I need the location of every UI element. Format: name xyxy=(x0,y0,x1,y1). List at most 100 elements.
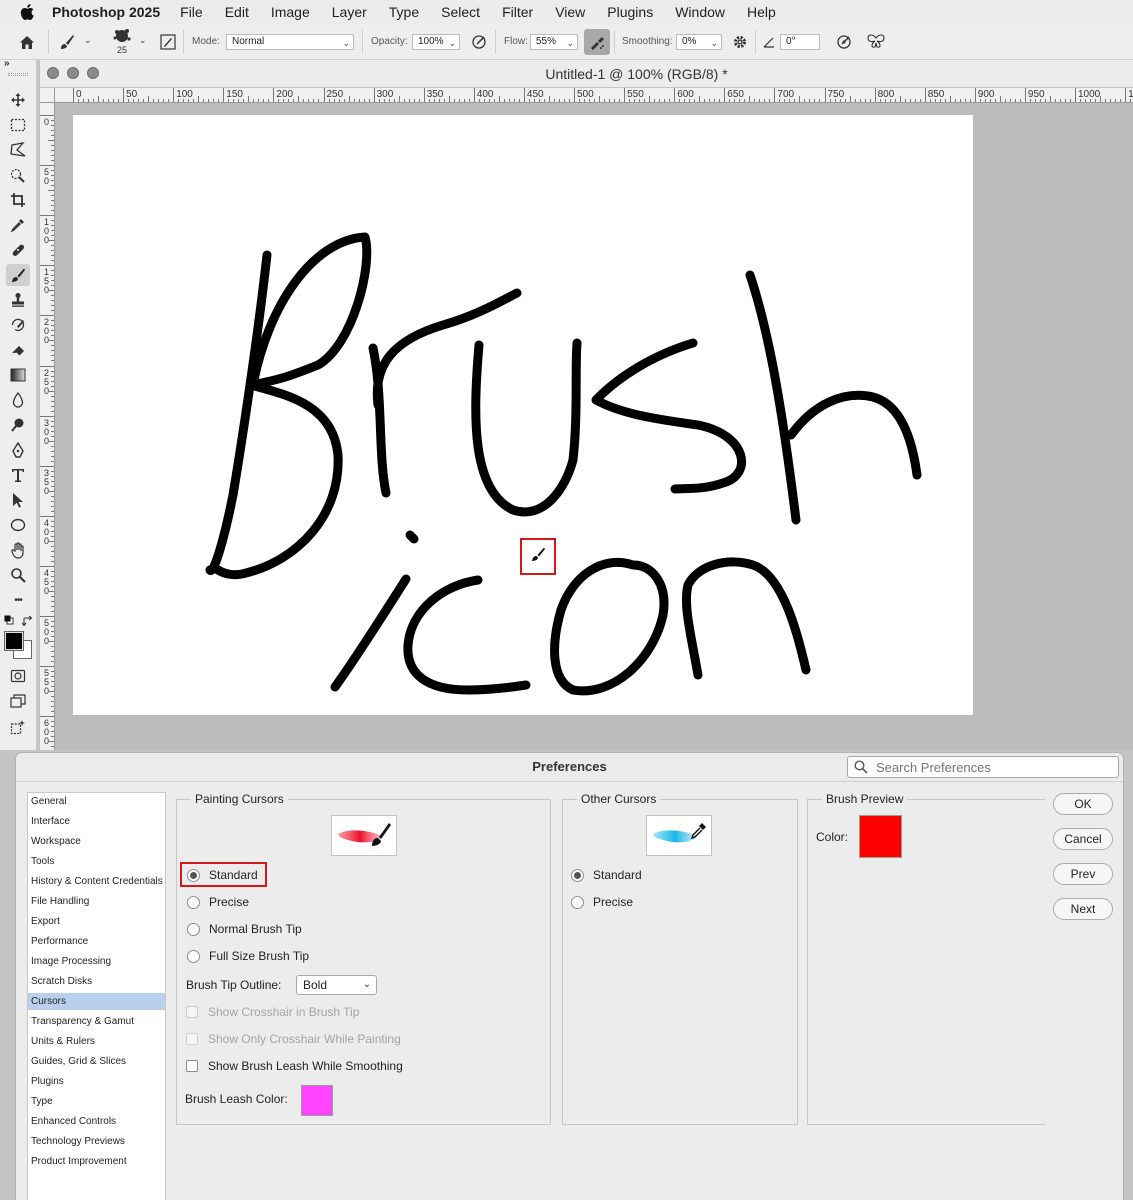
clone-stamp-tool-icon[interactable] xyxy=(6,289,30,311)
lasso-tool-icon[interactable] xyxy=(6,139,30,161)
default-colors-icon[interactable] xyxy=(4,615,14,625)
rectangular-marquee-tool-icon[interactable] xyxy=(6,114,30,136)
painting-full-size-brush-tip-radio[interactable] xyxy=(187,949,200,963)
menu-view[interactable]: View xyxy=(555,4,585,20)
symmetry-butterfly-icon[interactable] xyxy=(866,33,886,51)
brush-tool-icon[interactable] xyxy=(6,264,30,286)
nav-item-file-handling[interactable]: File Handling xyxy=(28,893,165,910)
vertical-ruler[interactable]: 05 01 0 01 5 02 0 02 5 03 0 03 5 04 0 04… xyxy=(40,103,55,750)
gradient-tool-icon[interactable] xyxy=(6,364,30,386)
search-preferences-field[interactable] xyxy=(847,756,1119,778)
pressure-opacity-icon[interactable] xyxy=(470,33,488,51)
mode-dropdown[interactable]: Normal ⌄ xyxy=(226,34,354,50)
nav-item-tools[interactable]: Tools xyxy=(28,853,165,870)
path-selection-tool-icon[interactable] xyxy=(6,489,30,511)
chevron-down-icon[interactable]: ⌄ xyxy=(139,35,147,46)
brush-tip-preview-icon[interactable] xyxy=(108,27,136,47)
apple-icon[interactable] xyxy=(20,4,36,21)
home-icon[interactable] xyxy=(17,33,37,51)
foreground-color-swatch[interactable] xyxy=(4,631,24,651)
airbrush-icon[interactable] xyxy=(584,29,610,55)
swap-colors-icon[interactable] xyxy=(21,615,33,627)
menu-select[interactable]: Select xyxy=(441,4,480,20)
painting-precise-radio[interactable] xyxy=(187,895,200,909)
menu-window[interactable]: Window xyxy=(675,4,725,20)
ellipse-tool-icon[interactable] xyxy=(6,514,30,536)
menu-help[interactable]: Help xyxy=(747,4,776,20)
show-brush-leash-checkbox-row[interactable]: Show Brush Leash While Smoothing xyxy=(186,1057,403,1075)
menu-plugins[interactable]: Plugins xyxy=(607,4,653,20)
brush-tip-outline-select[interactable]: Bold ⌄ xyxy=(296,975,377,995)
nav-item-general[interactable]: General xyxy=(28,793,165,810)
pressure-size-icon[interactable] xyxy=(835,33,853,51)
flow-field[interactable]: 55% ⌄ xyxy=(530,34,578,50)
painting-normal-brush-tip-radio-row[interactable]: Normal Brush Tip xyxy=(187,919,302,939)
blur-tool-icon[interactable] xyxy=(6,389,30,411)
eraser-tool-icon[interactable] xyxy=(6,339,30,361)
horizontal-ruler[interactable]: 0 50 100 150 200 250 300 350 400 450 500 550 600 650 7… xyxy=(55,88,1133,103)
nav-item-cursors[interactable]: Cursors xyxy=(28,993,165,1010)
zoom-tool-icon[interactable] xyxy=(6,564,30,586)
other-precise-radio[interactable] xyxy=(571,895,584,909)
brush-leash-color-swatch[interactable] xyxy=(301,1085,333,1116)
ruler-origin[interactable] xyxy=(40,88,55,103)
show-crosshair-checkbox-row[interactable]: Show Crosshair in Brush Tip xyxy=(186,1003,359,1021)
nav-item-workspace[interactable]: Workspace xyxy=(28,833,165,850)
nav-item-product-improvement[interactable]: Product Improvement xyxy=(28,1153,165,1170)
type-tool-icon[interactable] xyxy=(6,464,30,486)
search-input[interactable] xyxy=(876,759,1106,775)
brush-settings-panel-icon[interactable] xyxy=(159,33,177,51)
painting-standard-radio-row[interactable]: Standard xyxy=(187,865,258,885)
hand-tool-icon[interactable] xyxy=(6,539,30,561)
brush-preset-icon[interactable] xyxy=(56,32,78,52)
painting-standard-radio[interactable] xyxy=(187,868,200,882)
menu-type[interactable]: Type xyxy=(389,4,419,20)
spot-healing-brush-tool-icon[interactable] xyxy=(6,239,30,261)
angle-field[interactable]: 0° xyxy=(780,34,820,50)
chevron-down-icon[interactable]: ⌄ xyxy=(84,35,92,46)
crop-tool-icon[interactable] xyxy=(6,189,30,211)
nav-item-transparency-gamut[interactable]: Transparency & Gamut xyxy=(28,1013,165,1030)
other-precise-radio-row[interactable]: Precise xyxy=(571,892,633,912)
show-crosshair-checkbox[interactable] xyxy=(186,1006,198,1018)
nav-item-performance[interactable]: Performance xyxy=(28,933,165,950)
nav-item-scratch-disks[interactable]: Scratch Disks xyxy=(28,973,165,990)
ok-button[interactable]: OK xyxy=(1053,793,1113,815)
show-only-crosshair-checkbox[interactable] xyxy=(186,1033,198,1045)
show-only-crosshair-checkbox-row[interactable]: Show Only Crosshair While Painting xyxy=(186,1030,401,1048)
app-name-menu[interactable]: Photoshop 2025 xyxy=(52,4,160,20)
menu-image[interactable]: Image xyxy=(271,4,310,20)
generative-icon[interactable] xyxy=(6,716,30,738)
screen-mode-icon[interactable] xyxy=(6,690,30,712)
show-brush-leash-checkbox[interactable] xyxy=(186,1060,198,1072)
history-brush-tool-icon[interactable] xyxy=(6,314,30,336)
nav-item-guides-grid-slices[interactable]: Guides, Grid & Slices xyxy=(28,1053,165,1070)
nav-item-history-content-credentials[interactable]: History & Content Credentials xyxy=(28,873,165,890)
nav-item-enhanced-controls[interactable]: Enhanced Controls xyxy=(28,1113,165,1130)
nav-item-type[interactable]: Type xyxy=(28,1093,165,1110)
smoothing-field[interactable]: 0% ⌄ xyxy=(676,34,722,50)
nav-item-interface[interactable]: Interface xyxy=(28,813,165,830)
eyedropper-tool-icon[interactable] xyxy=(6,214,30,236)
other-standard-radio-row[interactable]: Standard xyxy=(571,865,642,885)
other-standard-radio[interactable] xyxy=(571,868,584,882)
nav-item-technology-previews[interactable]: Technology Previews xyxy=(28,1133,165,1150)
next-button[interactable]: Next xyxy=(1053,898,1113,920)
nav-item-units-rulers[interactable]: Units & Rulers xyxy=(28,1033,165,1050)
collapse-panel-icon[interactable]: » xyxy=(4,58,10,69)
canvas[interactable] xyxy=(73,115,973,715)
menu-edit[interactable]: Edit xyxy=(225,4,249,20)
painting-normal-brush-tip-radio[interactable] xyxy=(187,922,200,936)
prev-button[interactable]: Prev xyxy=(1053,863,1113,885)
nav-item-export[interactable]: Export xyxy=(28,913,165,930)
menu-file[interactable]: File xyxy=(180,4,203,20)
dodge-tool-icon[interactable] xyxy=(6,414,30,436)
painting-precise-radio-row[interactable]: Precise xyxy=(187,892,249,912)
cancel-button[interactable]: Cancel xyxy=(1053,828,1113,850)
quick-selection-tool-icon[interactable] xyxy=(6,164,30,186)
painting-full-size-brush-tip-radio-row[interactable]: Full Size Brush Tip xyxy=(187,946,309,966)
panel-grip[interactable] xyxy=(8,73,28,76)
pen-tool-icon[interactable] xyxy=(6,439,30,461)
move-tool-icon[interactable] xyxy=(6,89,30,111)
nav-item-image-processing[interactable]: Image Processing xyxy=(28,953,165,970)
